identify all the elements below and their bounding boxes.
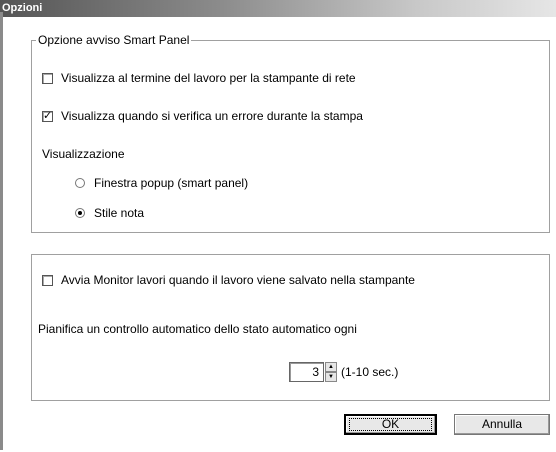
interval-spin[interactable]: ▲ ▼ [325, 362, 337, 382]
interval-suffix: (1-10 sec.) [341, 365, 399, 379]
window-title: Opzioni [2, 2, 43, 14]
radio-popup-row[interactable]: Finestra popup (smart panel) [75, 176, 248, 190]
smart-panel-legend: Opzione avviso Smart Panel [36, 33, 192, 47]
start-monitor-checkbox[interactable] [42, 274, 53, 286]
options-dialog: Opzioni Opzione avviso Smart Panel Visua… [0, 0, 556, 452]
ok-focus-rect [349, 418, 432, 431]
radio-note-label: Stile nota [94, 206, 145, 220]
print-error-label: Visualizza quando si verifica un errore … [61, 109, 363, 123]
schedule-label: Pianifica un controllo automatico dello … [38, 322, 357, 336]
title-bar: Opzioni [0, 0, 556, 17]
radio-note[interactable] [75, 208, 85, 218]
interval-input[interactable]: 3 [289, 362, 324, 382]
schedule-row: Pianifica un controllo automatico dello … [38, 322, 357, 336]
smart-panel-groupbox: Opzione avviso Smart Panel [31, 33, 550, 233]
ok-button[interactable]: OK [344, 414, 437, 435]
cancel-button-label: Annulla [481, 417, 523, 431]
display-label: Visualizzazione [42, 147, 125, 161]
check-icon: ✓ [43, 109, 53, 122]
interval-stepper[interactable]: 3 ▲ ▼ (1-10 sec.) [289, 362, 398, 382]
print-error-checkbox-row[interactable]: ✓ Visualizza quando si verifica un error… [42, 109, 363, 123]
cancel-button[interactable]: Annulla [454, 414, 550, 435]
window-left-border [0, 12, 3, 450]
network-printer-label: Visualizza al termine del lavoro per la … [61, 71, 356, 85]
start-monitor-label: Avvia Monitor lavori quando il lavoro vi… [61, 273, 415, 287]
down-arrow-icon[interactable]: ▼ [325, 372, 337, 382]
network-printer-checkbox-row[interactable]: Visualizza al termine del lavoro per la … [42, 71, 356, 85]
start-monitor-checkbox-row[interactable]: Avvia Monitor lavori quando il lavoro vi… [42, 273, 415, 287]
print-error-checkbox[interactable]: ✓ [42, 109, 53, 122]
network-printer-checkbox[interactable] [42, 72, 53, 84]
radio-selected-dot [78, 211, 82, 215]
radio-popup[interactable] [75, 178, 85, 188]
radio-note-row[interactable]: Stile nota [75, 206, 144, 220]
display-label-row: Visualizzazione [42, 147, 125, 161]
radio-popup-label: Finestra popup (smart panel) [94, 176, 249, 190]
up-arrow-icon[interactable]: ▲ [325, 362, 337, 372]
